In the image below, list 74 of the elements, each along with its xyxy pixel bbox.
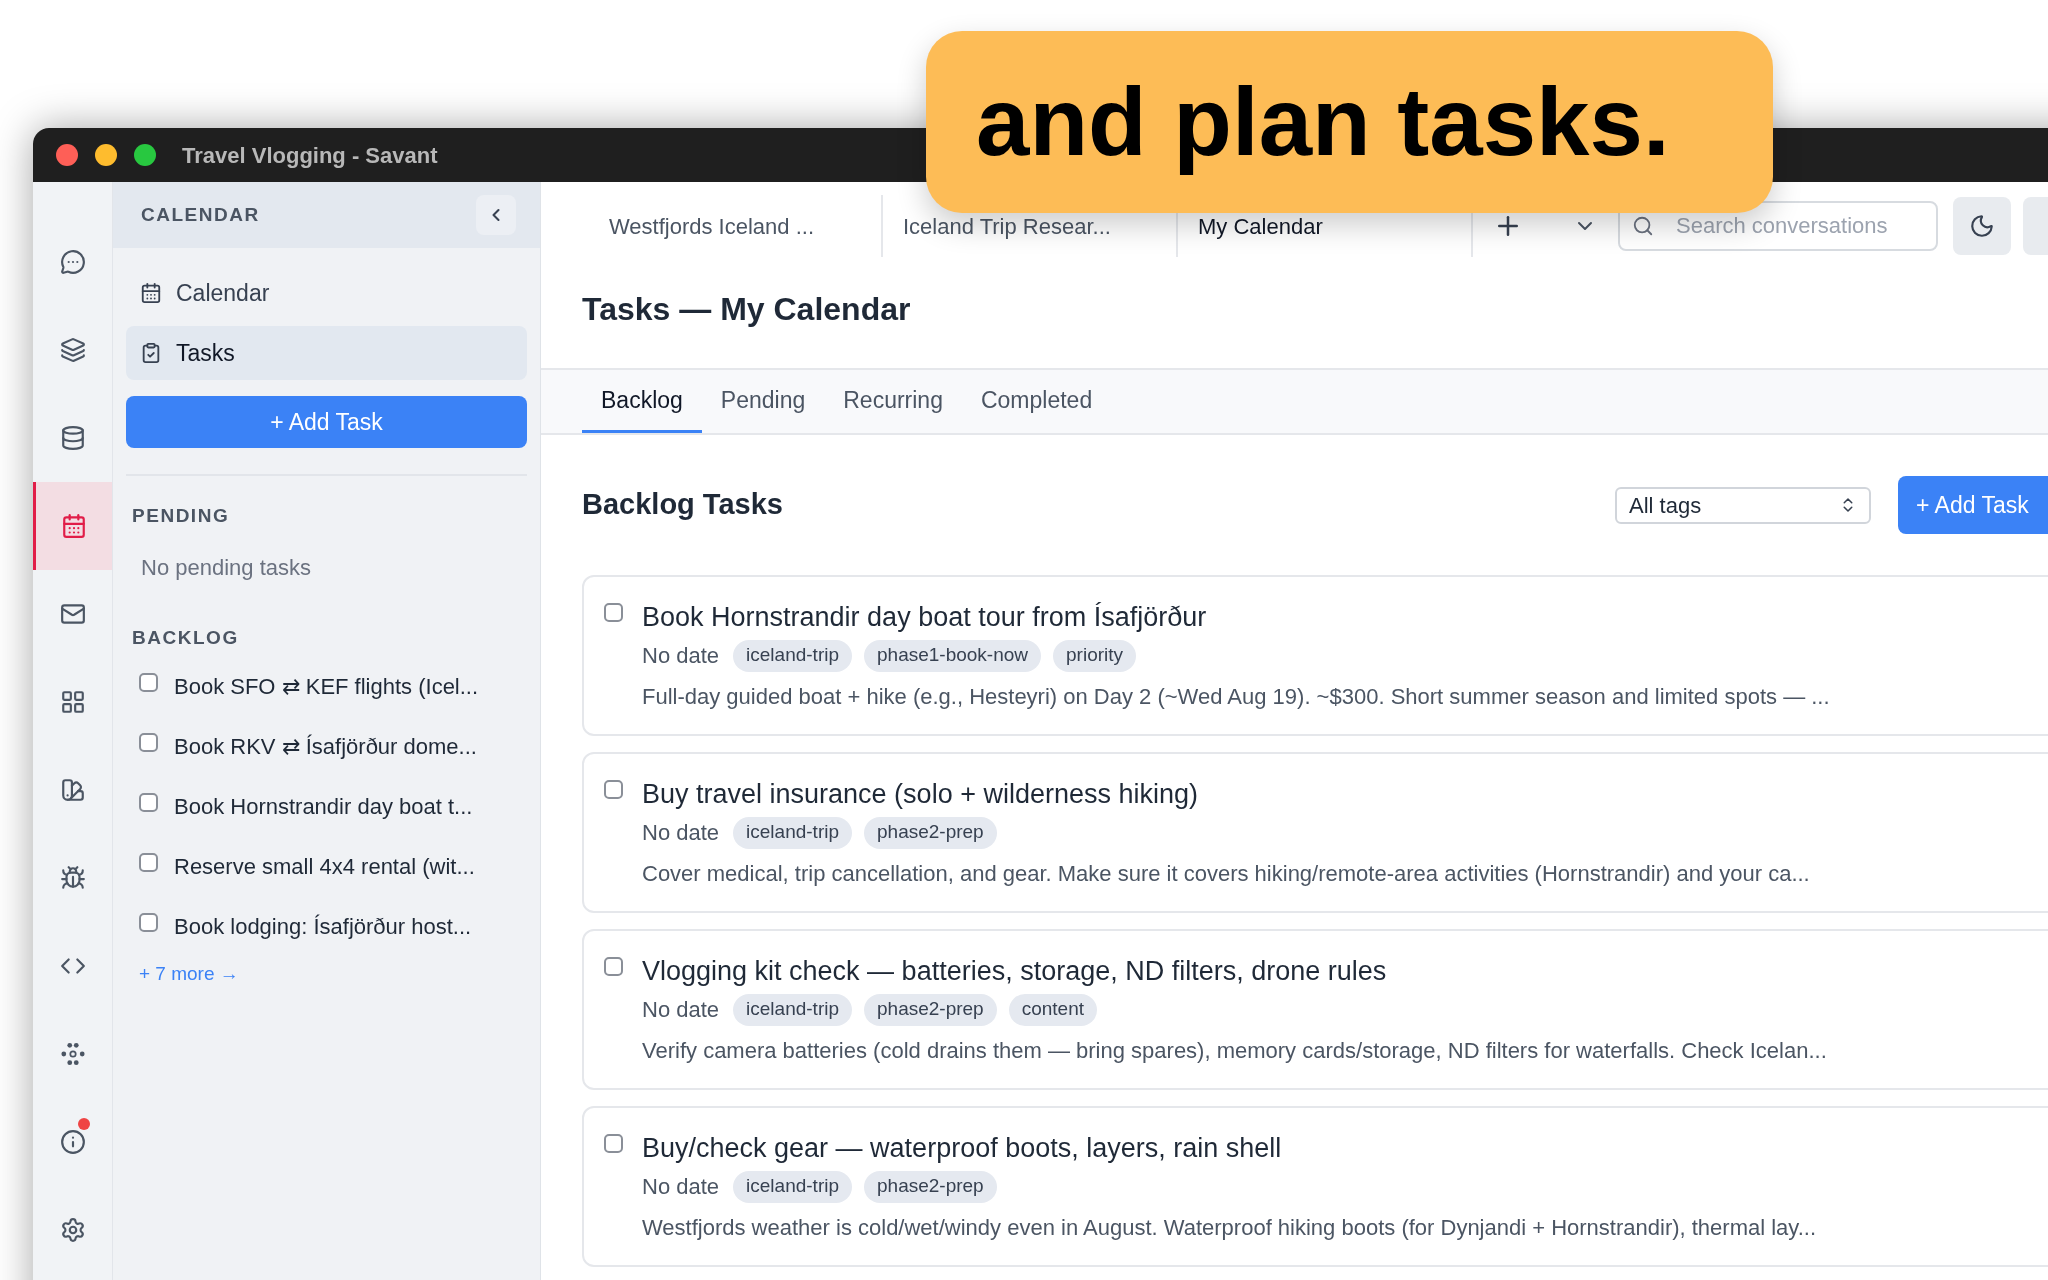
empty-message: No pending tasks — [140, 553, 312, 582]
search-icon — [1632, 215, 1654, 237]
tag: iceland-trip — [733, 1170, 852, 1203]
add-task-button[interactable]: + Add Task — [126, 396, 527, 448]
grid-icon — [59, 689, 86, 715]
calendar-icon — [61, 513, 87, 539]
section-heading: BACKLOG — [132, 625, 240, 650]
task-date: No date — [642, 1173, 720, 1201]
tag: iceland-trip — [733, 816, 852, 849]
conversation-tab[interactable]: Westfjords Iceland ... — [541, 195, 883, 257]
callout-text: and plan tasks. — [976, 67, 1670, 178]
nav-item[interactable]: Calendar — [126, 266, 527, 320]
view-tab[interactable]: Pending — [701, 370, 825, 433]
stack-icon — [59, 337, 86, 363]
nav-item[interactable]: Tasks — [126, 326, 527, 380]
nodes-icon — [59, 1041, 86, 1067]
task-date: No date — [642, 819, 720, 847]
tag: content — [1008, 993, 1098, 1026]
swatch-book-icon — [59, 777, 86, 803]
backlog-item[interactable]: Book SFO ⇄ KEF flights (Icel... — [174, 669, 479, 703]
backlog-item[interactable]: Book Hornstrandir day boat t... — [174, 789, 473, 823]
checkbox[interactable] — [604, 957, 623, 976]
mail-icon — [59, 601, 86, 627]
task-description: Cover medical, trip cancellation, and gear. Make sure it covers hiking/remote-area activities (Hornstrandir) and your ca... — [642, 860, 1810, 888]
close-button[interactable] — [56, 144, 78, 166]
tag-filter-select[interactable]: All tags — [1615, 486, 1871, 524]
tag: priority — [1053, 639, 1137, 672]
maximize-button[interactable] — [134, 144, 156, 166]
checkbox[interactable] — [604, 780, 623, 799]
checkbox[interactable] — [139, 672, 158, 692]
task-title: Book Hornstrandir day boat tour from Ísafjörður — [642, 601, 1208, 634]
collapse-button[interactable] — [476, 195, 516, 235]
view-tab[interactable]: Completed — [961, 370, 1112, 433]
checkbox[interactable] — [604, 1134, 623, 1153]
settings-icon — [59, 1217, 86, 1243]
backlog-item[interactable]: Book lodging: Ísafjörður host... — [174, 909, 472, 943]
section-heading: PENDING — [132, 504, 231, 528]
chat-icon — [59, 249, 86, 275]
task-description: Full-day guided boat + hike (e.g., Hesteyri) on Day 2 (~Wed Aug 19). ~$300. Short summer season and limited spots — ... — [642, 683, 1830, 711]
add-task-button[interactable]: + Add Task — [1898, 476, 2048, 534]
page-title: Tasks — My Calendar — [582, 290, 911, 329]
checkbox[interactable] — [604, 603, 623, 622]
checkbox[interactable] — [139, 792, 158, 812]
database-icon — [59, 425, 86, 451]
info-icon — [59, 1129, 86, 1155]
minimize-button[interactable] — [95, 144, 117, 166]
backlog-item[interactable]: Reserve small 4x4 rental (wit... — [174, 849, 475, 883]
section-title: Backlog Tasks — [582, 487, 783, 523]
backlog-item[interactable]: Book RKV ⇄ Ísafjörður dome... — [174, 729, 477, 763]
task-date: No date — [642, 642, 720, 670]
checkbox[interactable] — [139, 732, 158, 752]
theme-toggle-button[interactable] — [1953, 197, 2011, 255]
tag: iceland-trip — [733, 639, 852, 672]
task-description: Westfjords weather is cold/wet/windy even in August. Waterproof hiking boots (for Dynjandi + Hornstrandir), thermal lay... — [642, 1214, 1817, 1242]
calendar-icon — [140, 282, 162, 304]
task-title: Buy/check gear — waterproof boots, layers, rain shell — [642, 1132, 1283, 1165]
task-description: Verify camera batteries (cold drains them — bring spares), memory cards/storage, ND filters for waterfalls. Check Icelan... — [642, 1037, 1827, 1065]
view-tab[interactable]: Backlog — [582, 370, 702, 433]
task-title: Buy travel insurance (solo + wilderness hiking) — [642, 778, 1199, 811]
tag: phase2-prep — [864, 816, 997, 849]
task-title: Vlogging kit check — batteries, storage, ND filters, drone rules — [642, 955, 1388, 988]
checkbox[interactable] — [139, 852, 158, 872]
view-tab[interactable]: Recurring — [824, 370, 962, 433]
task-date: No date — [642, 996, 720, 1024]
moon-icon — [1969, 213, 1995, 239]
tag: phase2-prep — [864, 1170, 997, 1203]
tag: phase2-prep — [864, 993, 997, 1026]
checkbox[interactable] — [139, 912, 158, 932]
window-title: Travel Vlogging - Savant — [182, 141, 438, 170]
clipboard-check-icon — [140, 342, 162, 364]
sidebar-title: CALENDAR — [141, 202, 260, 227]
tag: phase1-book-now — [864, 639, 1042, 672]
tag: iceland-trip — [733, 993, 852, 1026]
bug-icon — [59, 865, 86, 891]
